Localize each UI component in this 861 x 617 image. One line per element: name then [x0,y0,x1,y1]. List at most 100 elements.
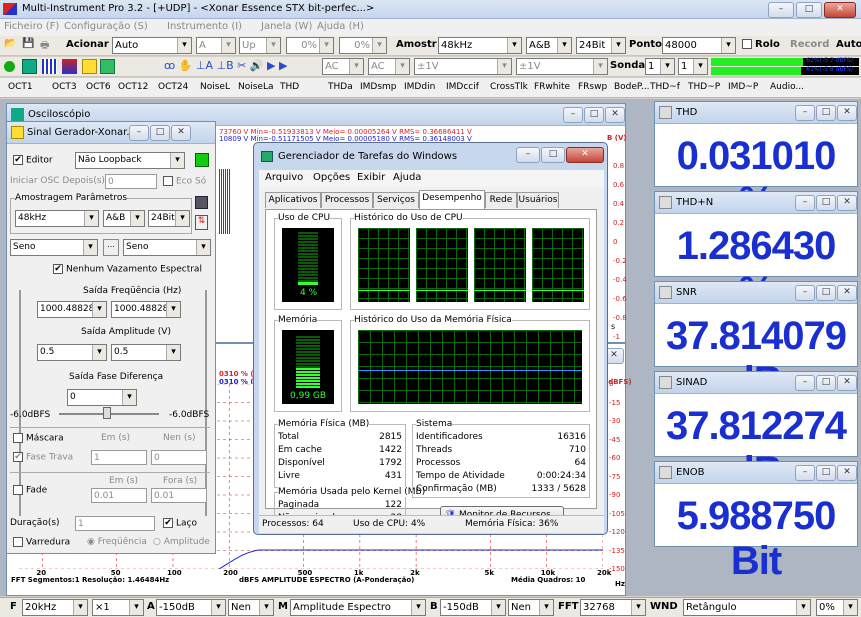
gen-maximize-button[interactable]: □ [150,125,170,141]
gen-close-button[interactable]: ✕ [171,125,191,141]
generator-run-button[interactable] [195,153,209,167]
tab-performance[interactable]: Desempenho [419,190,485,209]
spectral-leakage-checkbox[interactable]: ✔ Nenhum Vazamento Espectral [53,264,202,275]
fft-size-select[interactable]: 32768 [580,599,646,616]
tab-network[interactable]: Rede [485,192,517,208]
analysis-button[interactable]: THD~P [688,82,720,92]
gen-minimize-button[interactable]: – [129,125,149,141]
oscilloscope-icon[interactable] [22,59,37,74]
trigger-edge-select[interactable]: Up [239,37,281,54]
analysis-button[interactable]: THD~f [650,82,680,92]
analysis-button[interactable]: IMDdin [404,82,435,92]
range-a-select[interactable]: ±1V [414,58,512,75]
open-icon[interactable]: 📂 [4,38,16,49]
phase-lock-checkbox[interactable]: ✔ Fase Trava [13,452,73,463]
meter-close-button[interactable]: ✕ [837,195,857,211]
menu-file[interactable]: Ficheiro (F) [4,21,59,32]
meter-minimize-button[interactable]: – [795,375,815,391]
meter-maximize-button[interactable]: □ [816,285,836,301]
osc-close-button[interactable]: ✕ [605,107,625,123]
analysis-button[interactable]: FRswp [578,82,607,92]
analysis-button[interactable]: NoiseL [200,82,230,92]
channels-select[interactable]: A&B [526,37,572,54]
analysis-button[interactable]: OCT3 [52,82,77,92]
taskmgr-maximize-button[interactable]: □ [541,147,565,163]
probe-a-select[interactable]: 1 [645,58,675,75]
sweep-freq-radio[interactable]: ◉ Freqüência [87,537,147,547]
probe-b-select[interactable]: 1 [678,58,708,75]
osc-minimize-button[interactable]: – [563,107,583,123]
meter-minimize-button[interactable]: – [795,105,815,121]
print-icon[interactable]: 🖶 [40,38,49,55]
meter-minimize-button[interactable]: – [795,195,815,211]
trigger-mode-select[interactable]: Auto [112,37,192,54]
freq-range-select[interactable]: 20kHz [22,599,88,616]
analysis-button[interactable]: OCT1 [8,82,33,92]
meter-close-button[interactable]: ✕ [837,105,857,121]
rolo-checkbox[interactable]: Rolo [742,39,780,50]
taskmgr-menu-file[interactable]: Arquivo [265,172,303,183]
analysis-button[interactable]: THDa [328,82,353,92]
record-button[interactable]: Record [790,39,829,50]
trigger-channel-select[interactable]: A [196,37,236,54]
fade-checkbox[interactable]: Fade [13,485,47,496]
amp-b-input[interactable]: 0.5 [111,344,181,361]
run-indicator-icon[interactable] [4,61,15,72]
tab-processes[interactable]: Processos [321,192,373,208]
taskmgr-close-button[interactable]: ✕ [566,147,604,163]
sweep-amp-radio[interactable]: ○ Amplitude [153,537,210,547]
dds-icon[interactable] [100,59,115,74]
analysis-button[interactable]: Audio... [770,82,804,92]
points-select[interactable]: 48000 [662,37,736,54]
gen-sync-icon[interactable]: ⇅ [195,215,208,230]
menu-instrument[interactable]: Instrumento (I) [167,21,242,32]
spectrogram-icon[interactable] [62,59,77,74]
tab-services[interactable]: Serviços [373,192,419,208]
a-db-select[interactable]: -150dB [156,599,226,616]
bits-select[interactable]: 24Bit [576,37,626,54]
taskmgr-menu-help[interactable]: Ajuda [393,172,421,183]
gen-rate-select[interactable]: 48kHz [15,210,99,227]
range-b-select[interactable]: ±1V [516,58,608,75]
freq-a-input[interactable]: 1000.4882812 [37,301,107,318]
analysis-button[interactable]: OCT6 [86,82,111,92]
amp-a-input[interactable]: 0.5 [37,344,107,361]
analysis-button[interactable]: IMD~P [728,82,758,92]
generator-icon[interactable] [82,59,97,74]
a-weight-select[interactable]: Nen [228,599,274,616]
meter-minimize-button[interactable]: – [795,465,815,481]
meter-maximize-button[interactable]: □ [816,105,836,121]
taskmgr-menu-view[interactable]: Exibir [357,172,385,183]
gen-save-icon[interactable] [195,196,208,209]
meter-close-button[interactable]: ✕ [837,285,857,301]
minimize-button[interactable]: – [768,2,794,18]
analysis-button[interactable]: NoiseLa [238,82,274,92]
zoom-select[interactable]: ×1 [92,599,144,616]
fade-in-input[interactable] [91,488,147,503]
phase-slider-thumb[interactable] [103,407,111,419]
fade-out-input[interactable] [151,488,207,503]
freq-b-input[interactable]: 1000.4882812 [111,301,181,318]
meter-maximize-button[interactable]: □ [816,375,836,391]
analysis-button[interactable]: THD [280,82,299,92]
gen-channels-select[interactable]: A&B [103,210,145,227]
save-icon[interactable]: 💾 [22,38,34,49]
sample-rate-select[interactable]: 48kHz [438,37,522,54]
trigger-level-spin[interactable]: 0% [286,37,334,54]
wave-edit-button[interactable]: ... [103,239,119,256]
maximize-button[interactable]: □ [796,2,822,18]
sweep-checkbox[interactable]: Varredura [13,537,70,548]
menu-config[interactable]: Configuração (S) [64,21,148,32]
analysis-button[interactable]: FRwhite [534,82,570,92]
taskmgr-minimize-button[interactable]: – [516,147,540,163]
analysis-button[interactable]: IMDccif [446,82,479,92]
coupling-b-select[interactable]: AC [368,58,410,75]
tool-icons[interactable]: ꝏ ✋ ⊥A ⊥B ✂ 🔊 ▶ ▶ [164,59,287,72]
loop-checkbox[interactable]: ✔ Laço [163,518,197,529]
meter-close-button[interactable]: ✕ [837,465,857,481]
phase-lock-on-input[interactable] [91,450,147,465]
tab-applications[interactable]: Aplicativos [265,192,321,208]
phase-lock-off-input[interactable] [151,450,207,465]
close-button[interactable]: ✕ [824,2,856,18]
meter-maximize-button[interactable]: □ [816,465,836,481]
